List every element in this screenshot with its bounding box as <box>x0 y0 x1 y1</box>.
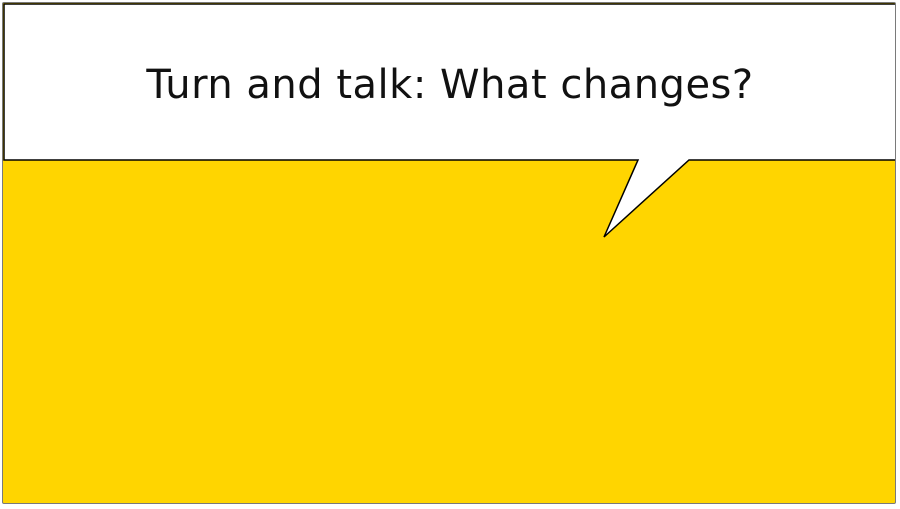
speech-bubble-text: Turn and talk: What changes? <box>146 62 754 108</box>
slide-canvas: Turn and talk: What changes? <box>2 2 896 504</box>
speech-bubble-shape <box>3 3 895 238</box>
